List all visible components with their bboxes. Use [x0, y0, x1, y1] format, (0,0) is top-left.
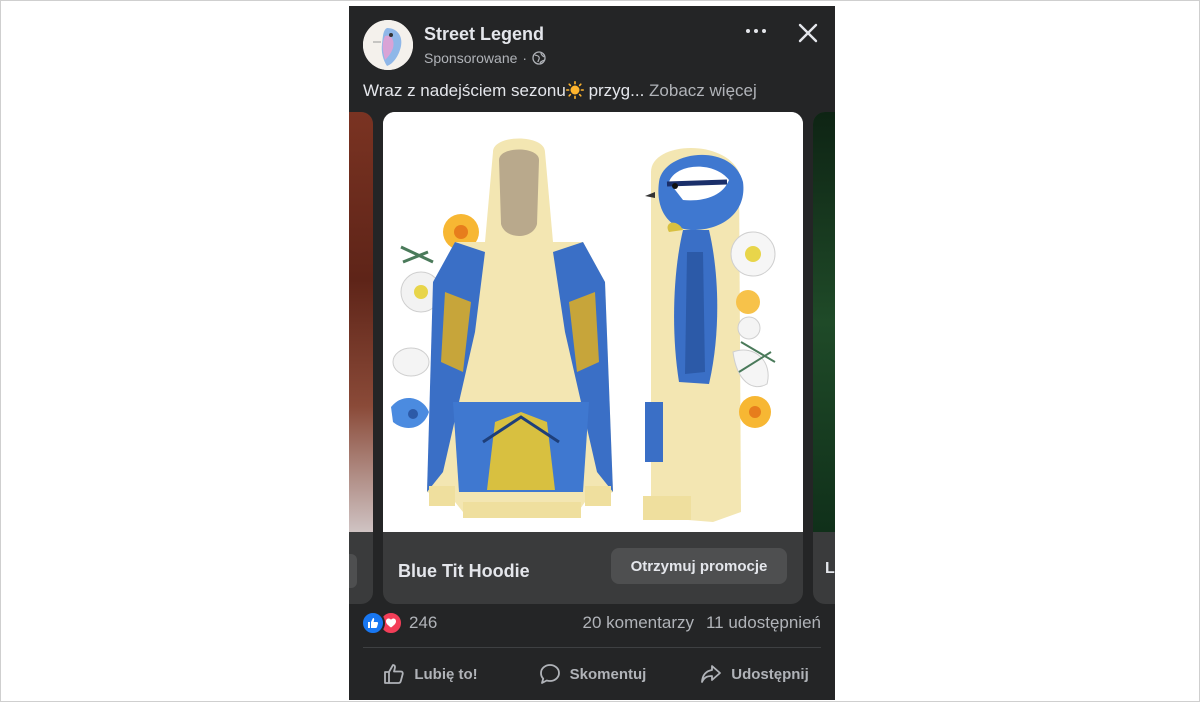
separator-dot: ·: [522, 50, 528, 66]
comments-count-link[interactable]: 20 komentarzy: [582, 613, 694, 633]
post-actions-bar: Lubię to! Skomentuj Udostępnij: [349, 654, 835, 694]
comment-bubble-icon: [539, 664, 560, 684]
page-avatar[interactable]: [363, 20, 413, 70]
post-caption: Wraz z nadejściem sezonu przyg... Zobacz…: [363, 81, 757, 101]
actions-divider: [363, 647, 821, 648]
product-title[interactable]: Blue Tit Hoodie: [398, 561, 530, 582]
page-name[interactable]: Street Legend: [424, 24, 544, 45]
more-dot-icon: [762, 29, 766, 33]
more-dot-icon: [746, 29, 750, 33]
globe-icon: [532, 51, 546, 65]
reactions-count: 246: [409, 613, 438, 632]
caption-truncated: przyg...: [583, 81, 645, 100]
previous-card-cta-button[interactable]: [349, 554, 357, 588]
previous-card-image: [349, 112, 373, 532]
more-options-button[interactable]: [741, 20, 771, 42]
share-button[interactable]: Udostępnij: [673, 654, 835, 694]
avatar-bird-logo-icon: [363, 20, 413, 70]
hoodie-product-photo: [383, 112, 803, 532]
comment-button[interactable]: Skomentuj: [511, 654, 673, 694]
share-label: Udostępnij: [731, 665, 809, 683]
shares-count-link[interactable]: 11 udostępnień: [706, 613, 821, 633]
like-reaction-icon: [361, 611, 385, 635]
next-card-title: L: [825, 560, 835, 577]
more-dot-icon: [754, 29, 758, 33]
next-carousel-card[interactable]: L: [813, 112, 835, 604]
sponsored-post: Street Legend Sponsorowane · Wraz z nade…: [349, 6, 835, 700]
sponsored-row: Sponsorowane ·: [424, 50, 546, 66]
next-card-image: [813, 112, 835, 532]
thumbs-up-icon: [384, 664, 404, 684]
close-icon: [798, 23, 818, 43]
caption-text: Wraz z nadejściem sezonu: [363, 81, 566, 100]
carousel-card[interactable]: Blue Tit Hoodie Otrzymuj promocje: [383, 112, 803, 604]
like-button[interactable]: Lubię to!: [349, 654, 511, 694]
previous-carousel-card[interactable]: [349, 112, 373, 604]
hoodie-side: [643, 147, 744, 522]
get-promotions-button[interactable]: Otrzymuj promocje: [611, 548, 787, 584]
sponsored-label[interactable]: Sponsorowane: [424, 50, 517, 66]
engagement-stats: 20 komentarzy 11 udostępnień: [582, 613, 821, 633]
reactions-summary[interactable]: 246: [361, 611, 437, 635]
close-button[interactable]: [795, 20, 821, 46]
like-label: Lubię to!: [414, 665, 478, 683]
share-arrow-icon: [701, 665, 722, 683]
comment-label: Skomentuj: [569, 665, 647, 683]
see-more-link[interactable]: Zobacz więcej: [649, 81, 757, 100]
product-image[interactable]: [383, 112, 803, 532]
sun-emoji-icon: [565, 81, 584, 99]
